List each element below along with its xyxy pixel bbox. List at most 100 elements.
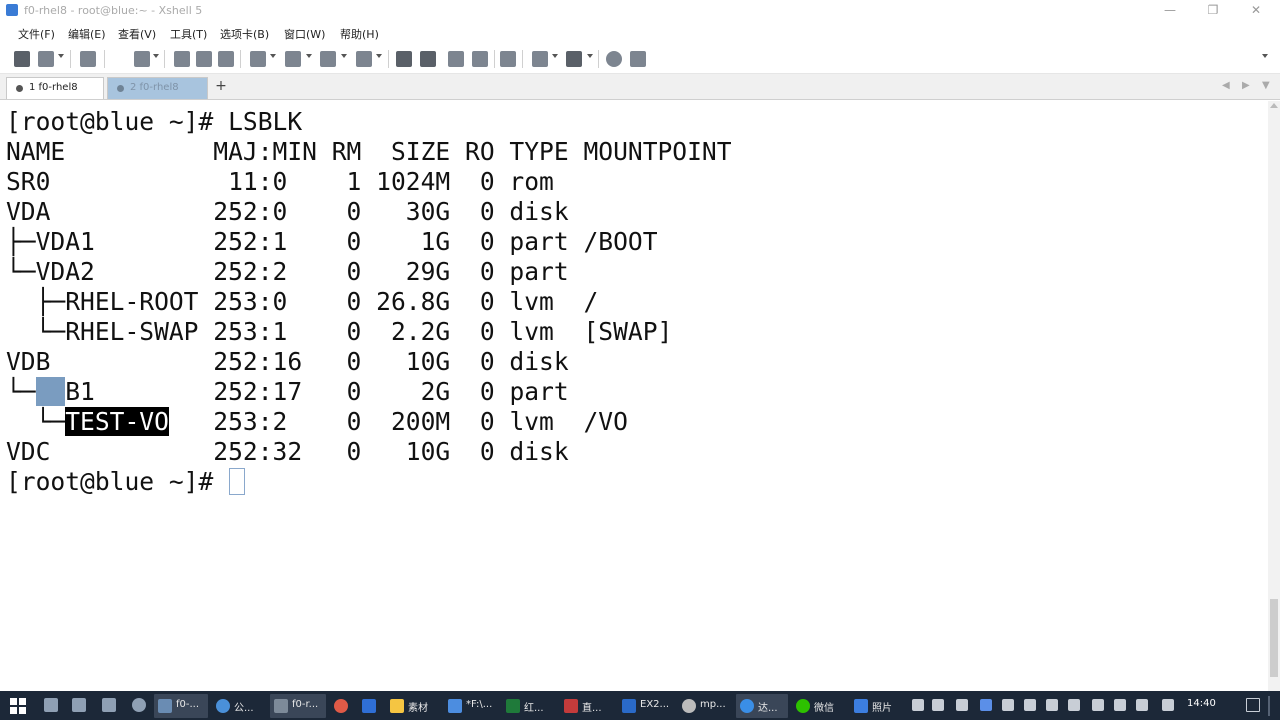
- disconnect-icon[interactable]: [80, 51, 96, 67]
- taskbar-app[interactable]: [330, 694, 354, 718]
- new-tab-icon[interactable]: [532, 51, 548, 67]
- layout-dropdown-icon[interactable]: [587, 54, 593, 58]
- close-button[interactable]: ✕: [1236, 2, 1276, 20]
- tab-session-2[interactable]: 2 f0-rhel8: [107, 77, 208, 99]
- font-icon[interactable]: [356, 51, 372, 67]
- font-dropdown-icon[interactable]: [376, 54, 382, 58]
- calculator-icon[interactable]: [72, 698, 86, 712]
- app-label: f0-r...: [292, 699, 319, 710]
- print-icon[interactable]: [250, 51, 266, 67]
- notification-icon[interactable]: [1246, 698, 1260, 712]
- terminal-output[interactable]: [root@blue ~]# LSBLK NAME MAJ:MIN RM SIZ…: [0, 101, 1268, 691]
- terminal-prompt: [root@blue ~]#: [6, 467, 229, 496]
- title-bar: f0-rhel8 - root@blue:~ - Xshell 5 — ❐ ✕: [0, 0, 1280, 22]
- new-tab-dropdown-icon[interactable]: [552, 54, 558, 58]
- terminal-line: VDB 252:16 0 10G 0 disk: [6, 347, 569, 376]
- network-icon[interactable]: [1092, 699, 1104, 711]
- taskbar-app[interactable]: 直...: [560, 694, 614, 718]
- maximize-button[interactable]: ❐: [1193, 2, 1233, 20]
- lock-icon[interactable]: [472, 51, 488, 67]
- taskbar-app[interactable]: 素材: [386, 694, 440, 718]
- tray-icon[interactable]: [1068, 699, 1080, 711]
- help-icon[interactable]: [606, 51, 622, 67]
- properties-dropdown-icon[interactable]: [153, 54, 159, 58]
- find-icon[interactable]: [218, 51, 234, 67]
- tunnel-icon[interactable]: [420, 51, 436, 67]
- taskbar-app[interactable]: 公...: [212, 694, 266, 718]
- taskbar-app[interactable]: 达...: [736, 694, 788, 718]
- tray-icon[interactable]: [932, 699, 944, 711]
- globe-dropdown-icon[interactable]: [341, 54, 347, 58]
- toolbar-overflow-icon[interactable]: [1262, 54, 1268, 58]
- copy-icon[interactable]: [174, 51, 190, 67]
- keyboard-icon[interactable]: [500, 51, 516, 67]
- wechat-icon: [796, 699, 810, 713]
- taskbar-app[interactable]: 红...: [502, 694, 556, 718]
- tab-scroll-right-icon[interactable]: ▶: [1242, 80, 1250, 91]
- tray-icon[interactable]: [1002, 699, 1014, 711]
- tray-icon[interactable]: [1046, 699, 1058, 711]
- app-label: *F:\...: [466, 699, 493, 710]
- fullscreen-icon[interactable]: [448, 51, 464, 67]
- tab-scroll-left-icon[interactable]: ◀: [1222, 80, 1230, 91]
- taskbar-app[interactable]: f0-r...: [270, 694, 326, 718]
- new-session-icon[interactable]: [14, 51, 30, 67]
- terminal-text: 253:2 0 200M 0 lvm /VO: [168, 407, 628, 436]
- tab-list-icon[interactable]: ▼: [1262, 80, 1270, 91]
- menu-edit[interactable]: 编辑(E): [68, 26, 106, 42]
- menu-window[interactable]: 窗口(W): [284, 26, 325, 42]
- tab-label: 2 f0-rhel8: [130, 82, 179, 93]
- open-dropdown-icon[interactable]: [58, 54, 64, 58]
- properties-icon[interactable]: [134, 51, 150, 67]
- menu-tools[interactable]: 工具(T): [170, 26, 207, 42]
- volume-icon[interactable]: [1136, 699, 1148, 711]
- app-label: 素材: [408, 703, 428, 714]
- app-label: 微信: [814, 703, 834, 714]
- snip-icon[interactable]: [102, 698, 116, 712]
- xftp-icon[interactable]: [396, 51, 412, 67]
- taskbar-app[interactable]: mp...: [678, 694, 732, 718]
- print-dropdown-icon[interactable]: [270, 54, 276, 58]
- taskbar-app[interactable]: 微信: [792, 694, 846, 718]
- scroll-up-icon[interactable]: [1270, 103, 1278, 108]
- selected-text[interactable]: TEST-VO: [65, 407, 169, 436]
- transfer-dropdown-icon[interactable]: [306, 54, 312, 58]
- chat-icon[interactable]: [630, 51, 646, 67]
- tray-icon[interactable]: [1162, 699, 1174, 711]
- toolbar: [0, 44, 1280, 74]
- layout-icon[interactable]: [566, 51, 582, 67]
- windows-start-icon[interactable]: [10, 698, 26, 714]
- bluetooth-icon[interactable]: [980, 699, 992, 711]
- minimize-button[interactable]: —: [1150, 2, 1190, 20]
- tray-icon[interactable]: [1024, 699, 1036, 711]
- open-folder-icon[interactable]: [38, 51, 54, 67]
- terminal-scrollbar[interactable]: [1268, 101, 1280, 691]
- search-icon[interactable]: [132, 698, 146, 712]
- show-desktop-button[interactable]: [1268, 696, 1270, 716]
- taskbar-app[interactable]: [358, 694, 382, 718]
- menu-file[interactable]: 文件(F): [18, 26, 55, 42]
- tab-session-1[interactable]: 1 f0-rhel8: [6, 77, 104, 99]
- scroll-thumb[interactable]: [1270, 599, 1278, 677]
- paste-icon[interactable]: [196, 51, 212, 67]
- taskbar-app[interactable]: f0-...: [154, 694, 208, 718]
- app-label: 直...: [582, 703, 602, 714]
- add-tab-button[interactable]: +: [212, 78, 230, 96]
- menu-view[interactable]: 查看(V): [118, 26, 156, 42]
- transfer-icon[interactable]: [285, 51, 301, 67]
- taskbar-app[interactable]: *F:\...: [444, 694, 498, 718]
- toolbar-separator: [522, 50, 523, 68]
- refresh-icon[interactable]: [44, 698, 58, 712]
- taskbar-app[interactable]: EX2...: [618, 694, 674, 718]
- clock[interactable]: 14:40: [1187, 698, 1216, 709]
- terminal-line: └─VDA2 252:2 0 29G 0 part: [6, 257, 569, 286]
- word-icon: [622, 699, 636, 713]
- tray-icon[interactable]: [912, 699, 924, 711]
- menu-help[interactable]: 帮助(H): [340, 26, 379, 42]
- tray-icon[interactable]: [1114, 699, 1126, 711]
- session-status-icon: [117, 85, 124, 92]
- menu-tabs[interactable]: 选项卡(B): [220, 26, 269, 42]
- globe-icon[interactable]: [320, 51, 336, 67]
- tray-icon[interactable]: [956, 699, 968, 711]
- taskbar-app[interactable]: 照片: [850, 694, 904, 718]
